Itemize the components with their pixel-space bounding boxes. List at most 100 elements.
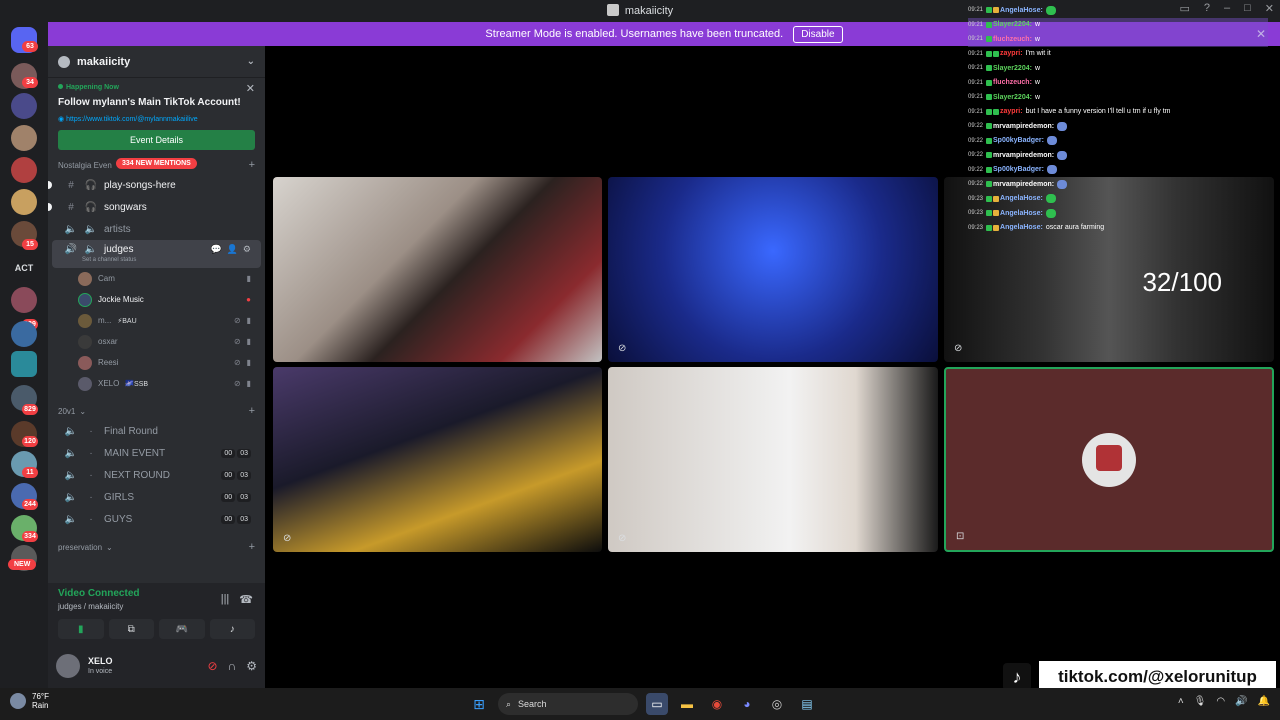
banner-text: Streamer Mode is enabled. Usernames have… bbox=[485, 28, 784, 40]
emote-icon bbox=[1046, 136, 1057, 146]
chat-message: 09:23 AngelaHose: oscar aura farming bbox=[968, 221, 1268, 236]
camera-icon: ▮ bbox=[246, 316, 251, 325]
server-icon[interactable] bbox=[11, 125, 37, 151]
voice-user[interactable]: osxar ⊘ ▮ bbox=[48, 331, 265, 352]
taskbar-search[interactable]: ⌕ Search bbox=[498, 693, 638, 715]
score-overlay: 32/100 bbox=[1142, 267, 1222, 297]
start-icon[interactable]: ⊞ bbox=[468, 693, 490, 715]
chat-user: Sp00kyBadger: bbox=[993, 137, 1044, 145]
camera-button[interactable]: ▮ bbox=[58, 619, 104, 639]
channel-guys[interactable]: 🔈 · GUYS 00 03 bbox=[52, 508, 261, 530]
discord-icon[interactable]: ◕ bbox=[736, 693, 758, 715]
server-icon[interactable] bbox=[11, 351, 37, 377]
video-tile[interactable]: ⊘ bbox=[608, 367, 938, 552]
activity-button[interactable]: 🎮 bbox=[159, 619, 205, 639]
video-tile[interactable]: ⊘ bbox=[273, 367, 602, 552]
voice-user[interactable]: Jockie Music ● bbox=[48, 289, 265, 310]
screen-share-button[interactable]: ⧉ bbox=[108, 619, 154, 639]
gear-icon[interactable]: ⚙ bbox=[246, 659, 257, 673]
notepad-icon[interactable]: ▤ bbox=[796, 693, 818, 715]
badge-icon bbox=[986, 21, 993, 28]
chrome-icon[interactable]: ◉ bbox=[706, 693, 728, 715]
soundboard-button[interactable]: ♪ bbox=[209, 619, 255, 639]
file-explorer-icon[interactable]: ▬ bbox=[676, 693, 698, 715]
headphones-icon: 🎧 bbox=[84, 179, 98, 191]
chat-message: 09:21 Slayer2204: w bbox=[968, 90, 1268, 105]
voice-user[interactable]: XELO 🌌SSB ⊘ ▮ bbox=[48, 373, 265, 394]
close-icon[interactable]: ✕ bbox=[246, 82, 255, 95]
new-servers-pill[interactable]: NEW bbox=[8, 559, 37, 570]
event-link[interactable]: ◉ https://www.tiktok.com/@mylannmakaiili… bbox=[58, 115, 255, 123]
server-icon[interactable] bbox=[11, 189, 37, 215]
channel-songwars[interactable]: # 🎧 songwars bbox=[48, 196, 261, 218]
obs-icon[interactable]: ◎ bbox=[766, 693, 788, 715]
channel-girls[interactable]: 🔈 · GIRLS 00 03 bbox=[52, 486, 261, 508]
user-limit: 00 03 bbox=[221, 492, 251, 502]
bell-icon[interactable]: 🔔 bbox=[1258, 696, 1270, 707]
gear-icon[interactable]: ⚙ bbox=[243, 244, 251, 255]
voice-user[interactable]: m... ⚡BAU ⊘ ▮ bbox=[48, 310, 265, 331]
event-link-text[interactable]: https://www.tiktok.com/@mylannmakaiilive bbox=[66, 116, 198, 123]
add-channel-icon[interactable]: + bbox=[249, 159, 255, 171]
avatar bbox=[78, 355, 92, 370]
disconnect-icon[interactable]: ☎ bbox=[239, 593, 253, 606]
weather-widget[interactable]: 76°F Rain bbox=[10, 692, 49, 710]
server-icon[interactable] bbox=[11, 93, 37, 119]
chat-message: 09:21 AngelaHose: bbox=[968, 3, 1268, 18]
badge-icon bbox=[986, 79, 993, 86]
category-20v1[interactable]: 20v1 ⌄ + bbox=[48, 402, 265, 420]
weather-condition: Rain bbox=[32, 701, 49, 710]
emote-icon bbox=[1045, 208, 1056, 218]
new-mentions-pill[interactable]: 334 NEW MENTIONS bbox=[116, 158, 197, 169]
disable-streamer-mode-button[interactable]: Disable bbox=[793, 25, 843, 43]
user-limit: 00 03 bbox=[221, 470, 251, 480]
chat-user: zaypri: bbox=[1000, 50, 1023, 58]
category-nostalgia[interactable]: Nostalgia Even 334 NEW MENTIONS + bbox=[48, 156, 265, 174]
server-icon[interactable]: ACT bbox=[11, 255, 37, 281]
chat-time: 09:22 bbox=[968, 152, 984, 159]
chat-message: 09:23 AngelaHose: bbox=[968, 192, 1268, 207]
wifi-icon[interactable]: ◠ bbox=[1216, 696, 1225, 707]
avatar[interactable] bbox=[56, 653, 80, 678]
chat-text: w bbox=[1034, 79, 1040, 87]
chat-icon[interactable]: 💬 bbox=[210, 244, 221, 255]
channel-artists[interactable]: 🔈 🔈 artists bbox=[52, 218, 261, 240]
task-view-icon[interactable]: ▭ bbox=[646, 693, 668, 715]
channel-name: play-songs-here bbox=[104, 179, 176, 191]
channel-final-round[interactable]: 🔈 · Final Round bbox=[52, 420, 261, 442]
event-details-button[interactable]: Event Details bbox=[58, 130, 255, 150]
mic-icon[interactable]: 🎙 bbox=[1194, 696, 1207, 707]
video-tile[interactable]: ⊘ bbox=[608, 177, 938, 362]
video-tile[interactable] bbox=[273, 177, 602, 362]
volume-icon[interactable]: 🔊 bbox=[1235, 696, 1247, 707]
taskbar: 76°F Rain ⊞ ⌕ Search ▭ ▬ ◉ ◕ ◎ ▤ ˄ 🎙 ◠ 🔊 🔔 bbox=[0, 688, 1280, 720]
channel-status[interactable]: Set a channel status bbox=[82, 257, 136, 263]
chevron-up-icon[interactable]: ˄ bbox=[1178, 696, 1184, 707]
noise-suppression-icon[interactable]: ||| bbox=[221, 593, 230, 606]
category-label: 20v1 bbox=[58, 406, 76, 416]
headphones-icon[interactable]: ∩ bbox=[228, 659, 237, 673]
server-icon[interactable] bbox=[11, 157, 37, 183]
chat-user: AngelaHose: bbox=[1000, 224, 1043, 232]
category-preservation[interactable]: preservation ⌄ + bbox=[48, 538, 265, 556]
channel-play-songs-here[interactable]: # 🎧 play-songs-here bbox=[48, 174, 261, 196]
channel-judges[interactable]: 🔊 🔈 judges Set a channel status 💬 👤 ⚙ bbox=[52, 240, 261, 268]
server-icon[interactable] bbox=[11, 321, 37, 347]
chat-user: Sp00kyBadger: bbox=[993, 166, 1044, 174]
user-info[interactable]: XELO In voice bbox=[88, 656, 113, 675]
muted-mic-icon[interactable]: ⊘ bbox=[208, 659, 218, 673]
muted-mic-icon: ⊘ bbox=[233, 316, 241, 325]
voice-user-status-icons: ⊘ ▮ bbox=[234, 379, 251, 388]
channel-main-event[interactable]: 🔈 · MAIN EVENT 00 03 bbox=[52, 442, 261, 464]
voice-user[interactable]: Cam ▮ bbox=[48, 268, 265, 289]
add-channel-icon[interactable]: + bbox=[249, 541, 255, 553]
voice-user[interactable]: Reesi ⊘ ▮ bbox=[48, 352, 265, 373]
server-icon[interactable] bbox=[11, 287, 37, 313]
channel-next-round[interactable]: 🔈 · NEXT ROUND 00 03 bbox=[52, 464, 261, 486]
server-header[interactable]: makaiicity ⌄ bbox=[48, 46, 265, 78]
video-tile[interactable]: ⊡ bbox=[944, 367, 1274, 552]
category-label: preservation bbox=[58, 542, 103, 552]
add-channel-icon[interactable]: + bbox=[249, 405, 255, 417]
invite-icon[interactable]: 👤 bbox=[227, 244, 238, 255]
chat-user: AngelaHose: bbox=[1000, 6, 1043, 14]
